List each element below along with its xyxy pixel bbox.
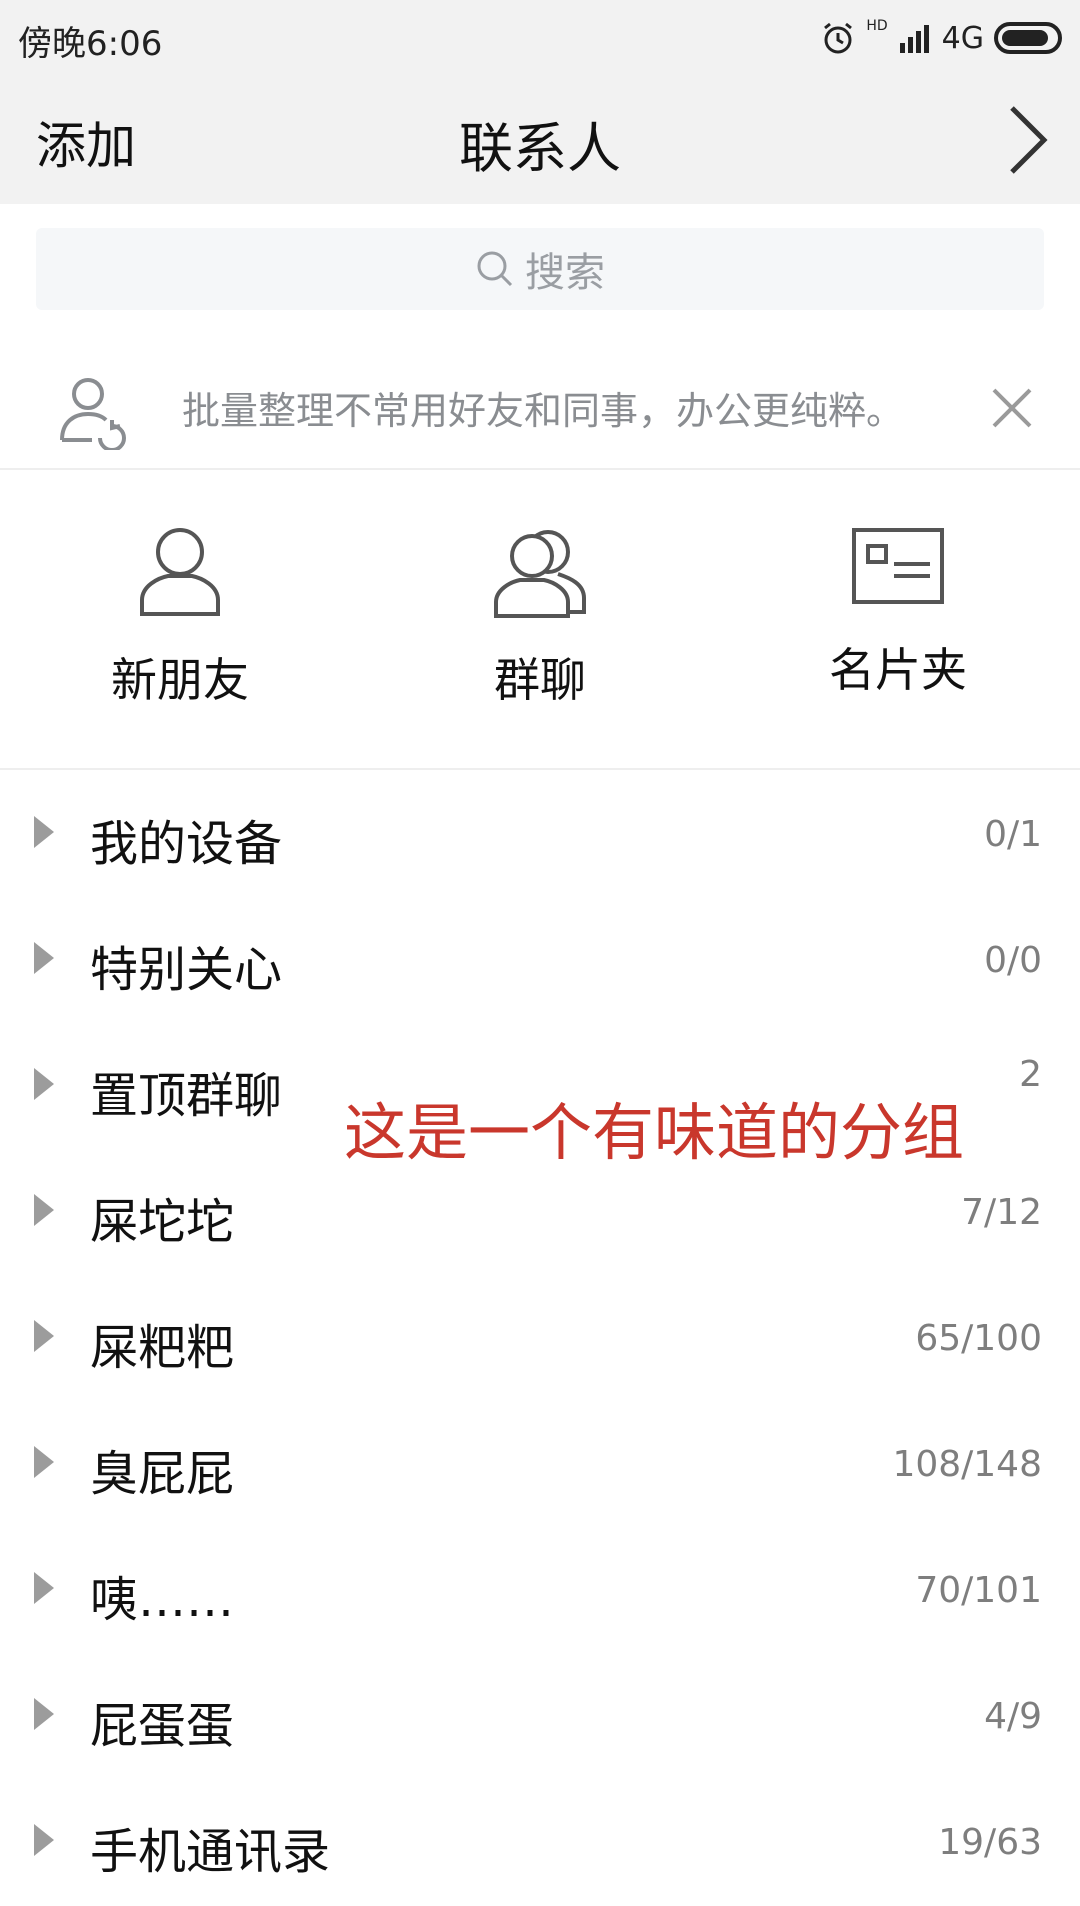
group-name: 咦……: [90, 1572, 235, 1628]
new-friends-button[interactable]: 新朋友: [80, 522, 280, 710]
tidy-contacts-banner[interactable]: 批量整理不常用好友和同事，办公更纯粹。: [0, 350, 1080, 470]
annotation-text: 这是一个有味道的分组: [344, 1096, 965, 1169]
group-row[interactable]: 手机通讯录 19/63: [0, 1780, 1080, 1906]
group-row[interactable]: 屁蛋蛋 4/9: [0, 1654, 1080, 1780]
group-name: 臭屁屁: [90, 1446, 235, 1502]
search-icon: [477, 251, 513, 287]
page-title: 联系人: [459, 117, 621, 180]
expand-arrow-icon: [34, 1824, 54, 1856]
group-name: 手机通讯录: [90, 1824, 331, 1880]
expand-arrow-icon: [34, 1446, 54, 1478]
quick-actions: 新朋友 群聊 名片夹: [0, 472, 1080, 770]
group-name: 置顶群聊: [90, 1068, 283, 1124]
expand-arrow-icon: [34, 816, 54, 848]
status-icons: HD 4G: [820, 16, 1062, 60]
group-name: 特别关心: [90, 942, 283, 998]
alarm-icon: [824, 22, 853, 54]
close-icon[interactable]: [984, 380, 1040, 436]
nav-bar: 添加 联系人: [0, 76, 1080, 204]
new-friends-label: 新朋友: [111, 653, 249, 707]
group-chat-button[interactable]: 群聊: [440, 522, 640, 710]
network-type: 4G: [941, 20, 984, 56]
group-row[interactable]: 咦…… 70/101: [0, 1528, 1080, 1654]
group-count: 2: [1019, 1054, 1042, 1095]
group-name: 我的设备: [90, 816, 283, 872]
expand-arrow-icon: [34, 1698, 54, 1730]
group-row[interactable]: 屎粑粑 65/100: [0, 1276, 1080, 1402]
group-row[interactable]: 我的设备 0/1: [0, 772, 1080, 898]
group-chat-label: 群聊: [494, 653, 586, 707]
group-count: 70/101: [915, 1570, 1042, 1611]
chevron-right-icon[interactable]: [1000, 100, 1056, 180]
search-placeholder: 搜索: [525, 250, 605, 296]
battery-icon: [994, 22, 1062, 54]
expand-arrow-icon: [34, 1320, 54, 1352]
group-count: 0/1: [984, 814, 1042, 855]
signal-icon: [899, 25, 929, 53]
expand-arrow-icon: [34, 1572, 54, 1604]
card-holder-label: 名片夹: [829, 643, 967, 697]
expand-arrow-icon: [34, 1068, 54, 1100]
person-refresh-icon: [60, 378, 126, 450]
group-count: 65/100: [915, 1318, 1042, 1359]
banner-text: 批量整理不常用好友和同事，办公更纯粹。: [182, 389, 905, 433]
expand-arrow-icon: [34, 942, 54, 974]
expand-arrow-icon: [34, 1194, 54, 1226]
status-bar: 傍晚6:06 HD 4G: [0, 0, 1080, 76]
group-count: 4/9: [984, 1696, 1042, 1737]
group-count: 7/12: [961, 1192, 1042, 1233]
group-name: 屁蛋蛋: [90, 1698, 235, 1754]
group-name: 屎坨坨: [90, 1194, 235, 1250]
group-icon: [494, 530, 586, 618]
group-row[interactable]: 特别关心 0/0: [0, 898, 1080, 1024]
group-row[interactable]: 臭屁屁 108/148: [0, 1402, 1080, 1528]
person-icon: [140, 528, 220, 616]
group-name: 屎粑粑: [90, 1320, 235, 1376]
hd-badge: HD: [866, 18, 888, 34]
group-list: 我的设备 0/1 特别关心 0/0 置顶群聊 2 屎坨坨 7/12 屎粑粑 65…: [0, 772, 1080, 1906]
group-count: 0/0: [984, 940, 1042, 981]
search-bar[interactable]: 搜索: [36, 228, 1044, 310]
group-count: 108/148: [892, 1444, 1042, 1485]
card-icon: [852, 528, 944, 604]
card-holder-button[interactable]: 名片夹: [798, 522, 998, 700]
group-count: 19/63: [938, 1822, 1042, 1863]
status-time: 傍晚6:06: [18, 24, 163, 64]
